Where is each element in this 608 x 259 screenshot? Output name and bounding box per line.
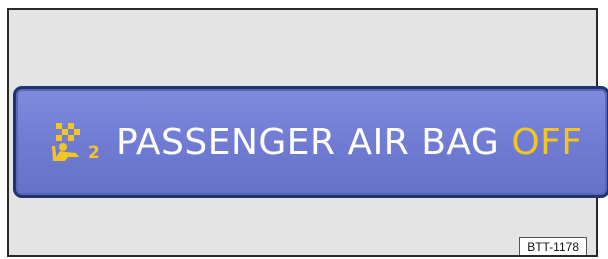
passenger-airbag-indicator: 2 PASSENGER AIR BAG OFF	[13, 86, 608, 198]
figure-frame: 2 PASSENGER AIR BAG OFF BTT-1178	[7, 8, 608, 257]
figure-code: BTT-1178	[519, 237, 587, 255]
indicator-content: 2 PASSENGER AIR BAG OFF	[50, 89, 583, 195]
airbag-status: OFF	[511, 121, 583, 163]
svg-text:2: 2	[88, 143, 100, 162]
airbag-label: PASSENGER AIR BAG	[116, 121, 500, 163]
passenger-airbag-off-icon: 2	[52, 123, 100, 162]
